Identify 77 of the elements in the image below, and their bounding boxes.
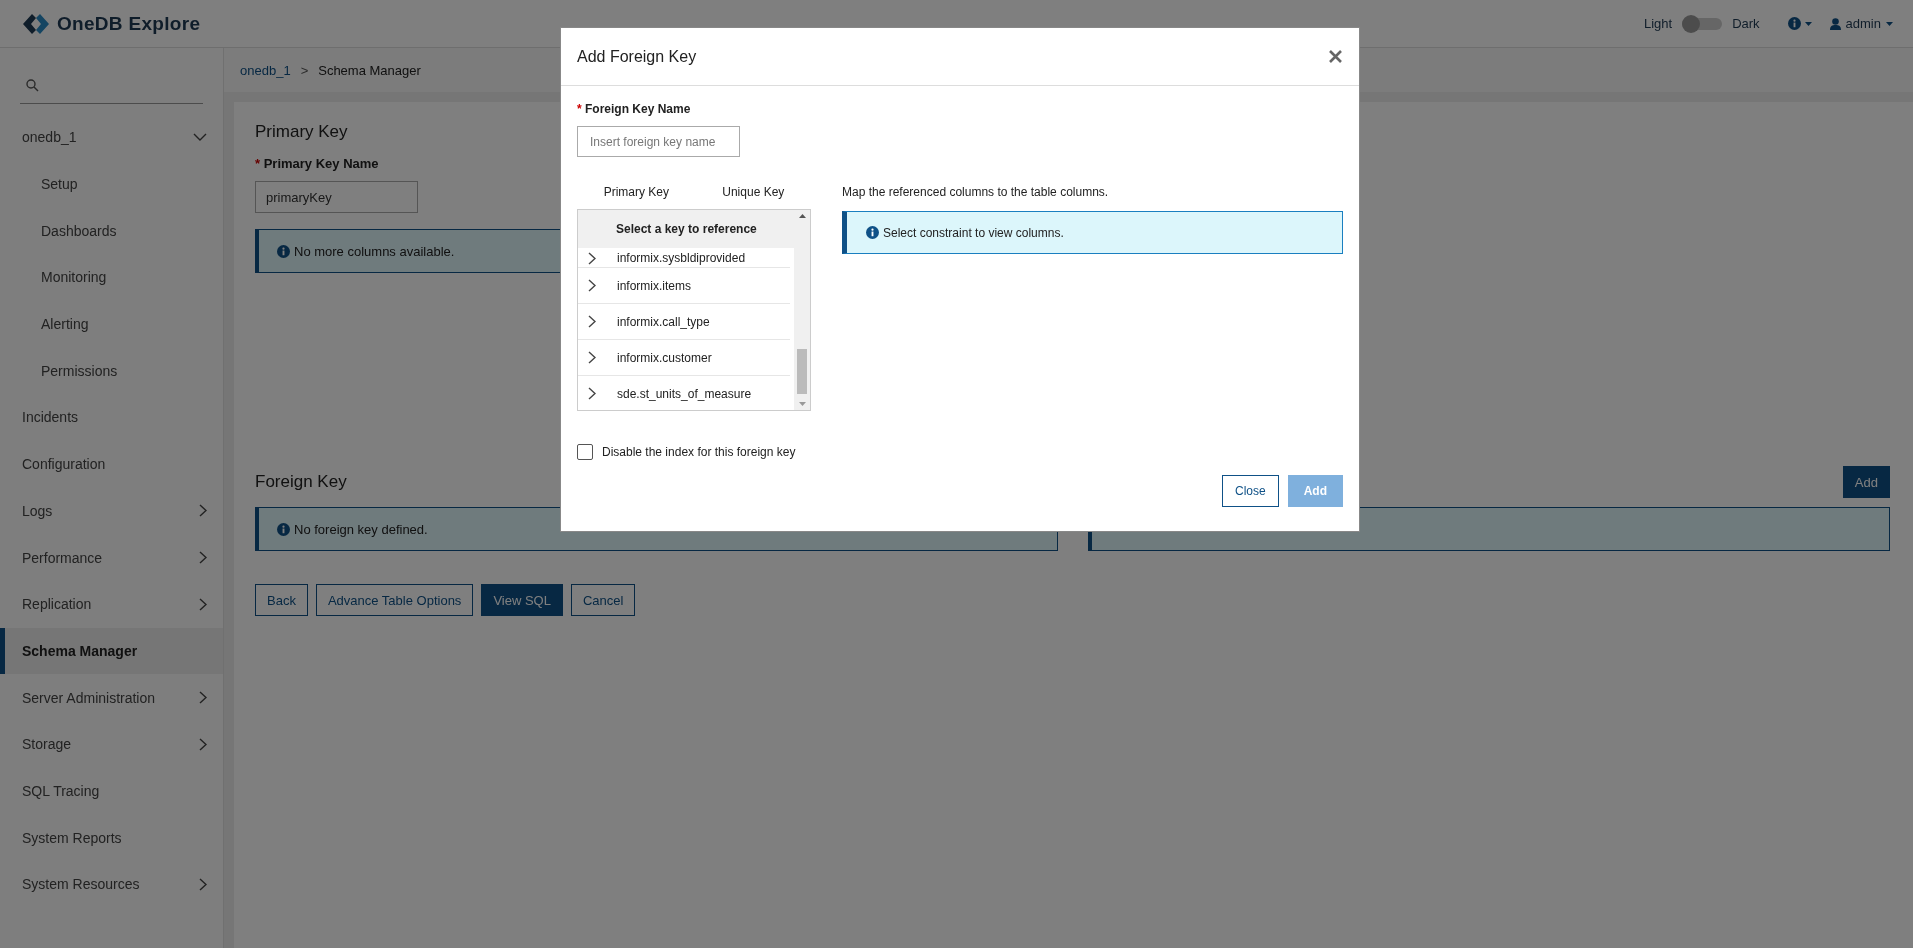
info-icon: [277, 522, 290, 536]
nav-item[interactable]: Incidents: [0, 394, 223, 441]
user-icon: [1829, 17, 1841, 30]
action-button[interactable]: Cancel: [570, 584, 636, 616]
list-item[interactable]: informix.customer: [578, 340, 790, 376]
chevron-right-icon: [199, 504, 207, 518]
add-button[interactable]: Add: [1842, 466, 1890, 498]
list-header: Select a key to reference: [578, 210, 794, 248]
breadcrumb-current: Schema Manager: [318, 62, 421, 78]
logo-icon: [22, 11, 50, 36]
chevron-down-icon: [193, 133, 207, 142]
nav-item[interactable]: Server Administration: [0, 674, 223, 721]
action-button[interactable]: Advance Table Options: [315, 584, 474, 616]
info-icon: [277, 244, 290, 258]
action-button[interactable]: Back: [255, 584, 308, 616]
list-item[interactable]: informix.call_type: [578, 304, 790, 340]
nav-item[interactable]: SQL Tracing: [0, 767, 223, 815]
chevron-right-icon: [199, 597, 207, 611]
chevron-right-icon: [588, 351, 596, 364]
checkbox-label: Disable the index for this foreign key: [602, 445, 796, 459]
list-item[interactable]: informix.items: [578, 268, 790, 304]
caret-icon: [1886, 21, 1893, 26]
search-icon: [26, 79, 39, 92]
nav-item[interactable]: onedb_1: [0, 114, 223, 161]
input-field[interactable]: primaryKey: [255, 181, 418, 213]
nav-item[interactable]: Performance: [0, 534, 223, 581]
nav-item[interactable]: Storage: [0, 720, 223, 768]
field-label: * Foreign Key Name: [577, 102, 691, 116]
close-icon[interactable]: [1329, 50, 1342, 63]
nav-item[interactable]: System Reports: [0, 814, 223, 861]
theme-label: Light: [1643, 16, 1673, 31]
nav-item[interactable]: Setup: [0, 160, 223, 208]
scroll-down-icon[interactable]: [798, 402, 806, 406]
nav-item[interactable]: Configuration: [0, 440, 223, 488]
input-field[interactable]: Insert foreign key name: [577, 126, 740, 157]
list-item[interactable]: sde.st_units_of_measure: [578, 376, 790, 410]
dialog-button[interactable]: Close: [1222, 475, 1279, 507]
caret-icon: [1804, 21, 1812, 26]
list-item[interactable]: informix.sysbldiprovided: [578, 248, 790, 268]
nav-item[interactable]: System Resources: [0, 861, 223, 908]
chevron-right-icon: [588, 387, 596, 400]
nav-item[interactable]: Monitoring: [0, 254, 223, 301]
breadcrumb-separator: >: [300, 62, 309, 78]
checkbox[interactable]: [577, 444, 593, 460]
info-alert: Select constraint to view columns.: [842, 211, 1343, 254]
section-heading: Foreign Key: [255, 472, 347, 492]
scrollbar-thumb[interactable]: [797, 349, 807, 394]
tab[interactable]: Unique Key: [720, 182, 787, 202]
info-icon: [866, 226, 879, 239]
scroll-up-icon[interactable]: [798, 214, 806, 218]
nav-item[interactable]: Logs: [0, 487, 223, 535]
user-menu[interactable]: admin: [1829, 16, 1893, 31]
help-menu-icon[interactable]: [1787, 17, 1812, 30]
theme-label: Dark: [1732, 16, 1760, 31]
theme-toggle[interactable]: [1682, 17, 1723, 30]
nav-item[interactable]: Schema Manager: [0, 627, 223, 675]
nav-item[interactable]: Replication: [0, 580, 223, 628]
tab[interactable]: Primary Key: [601, 182, 671, 202]
dialog-title: Add Foreign Key: [577, 47, 697, 66]
app-title: OneDB Explore: [57, 12, 201, 35]
action-button[interactable]: View SQL: [481, 584, 563, 616]
hint-text: Map the referenced columns to the table columns.: [842, 184, 1110, 201]
chevron-right-icon: [199, 691, 207, 705]
nav-item[interactable]: Dashboards: [0, 207, 223, 255]
chevron-right-icon: [199, 551, 207, 565]
scrollbar[interactable]: [794, 210, 810, 410]
section-heading: Primary Key: [255, 122, 348, 142]
chevron-right-icon: [199, 877, 207, 891]
nav-item[interactable]: Permissions: [0, 347, 223, 395]
nav-item[interactable]: Alerting: [0, 300, 223, 348]
info-icon: [1787, 17, 1801, 30]
chevron-right-icon: [588, 315, 596, 328]
chevron-right-icon: [588, 279, 596, 292]
field-label: * Primary Key Name: [255, 156, 379, 171]
chevron-right-icon: [199, 737, 207, 751]
chevron-right-icon: [588, 252, 596, 265]
breadcrumb-link[interactable]: onedb_1: [240, 62, 291, 78]
